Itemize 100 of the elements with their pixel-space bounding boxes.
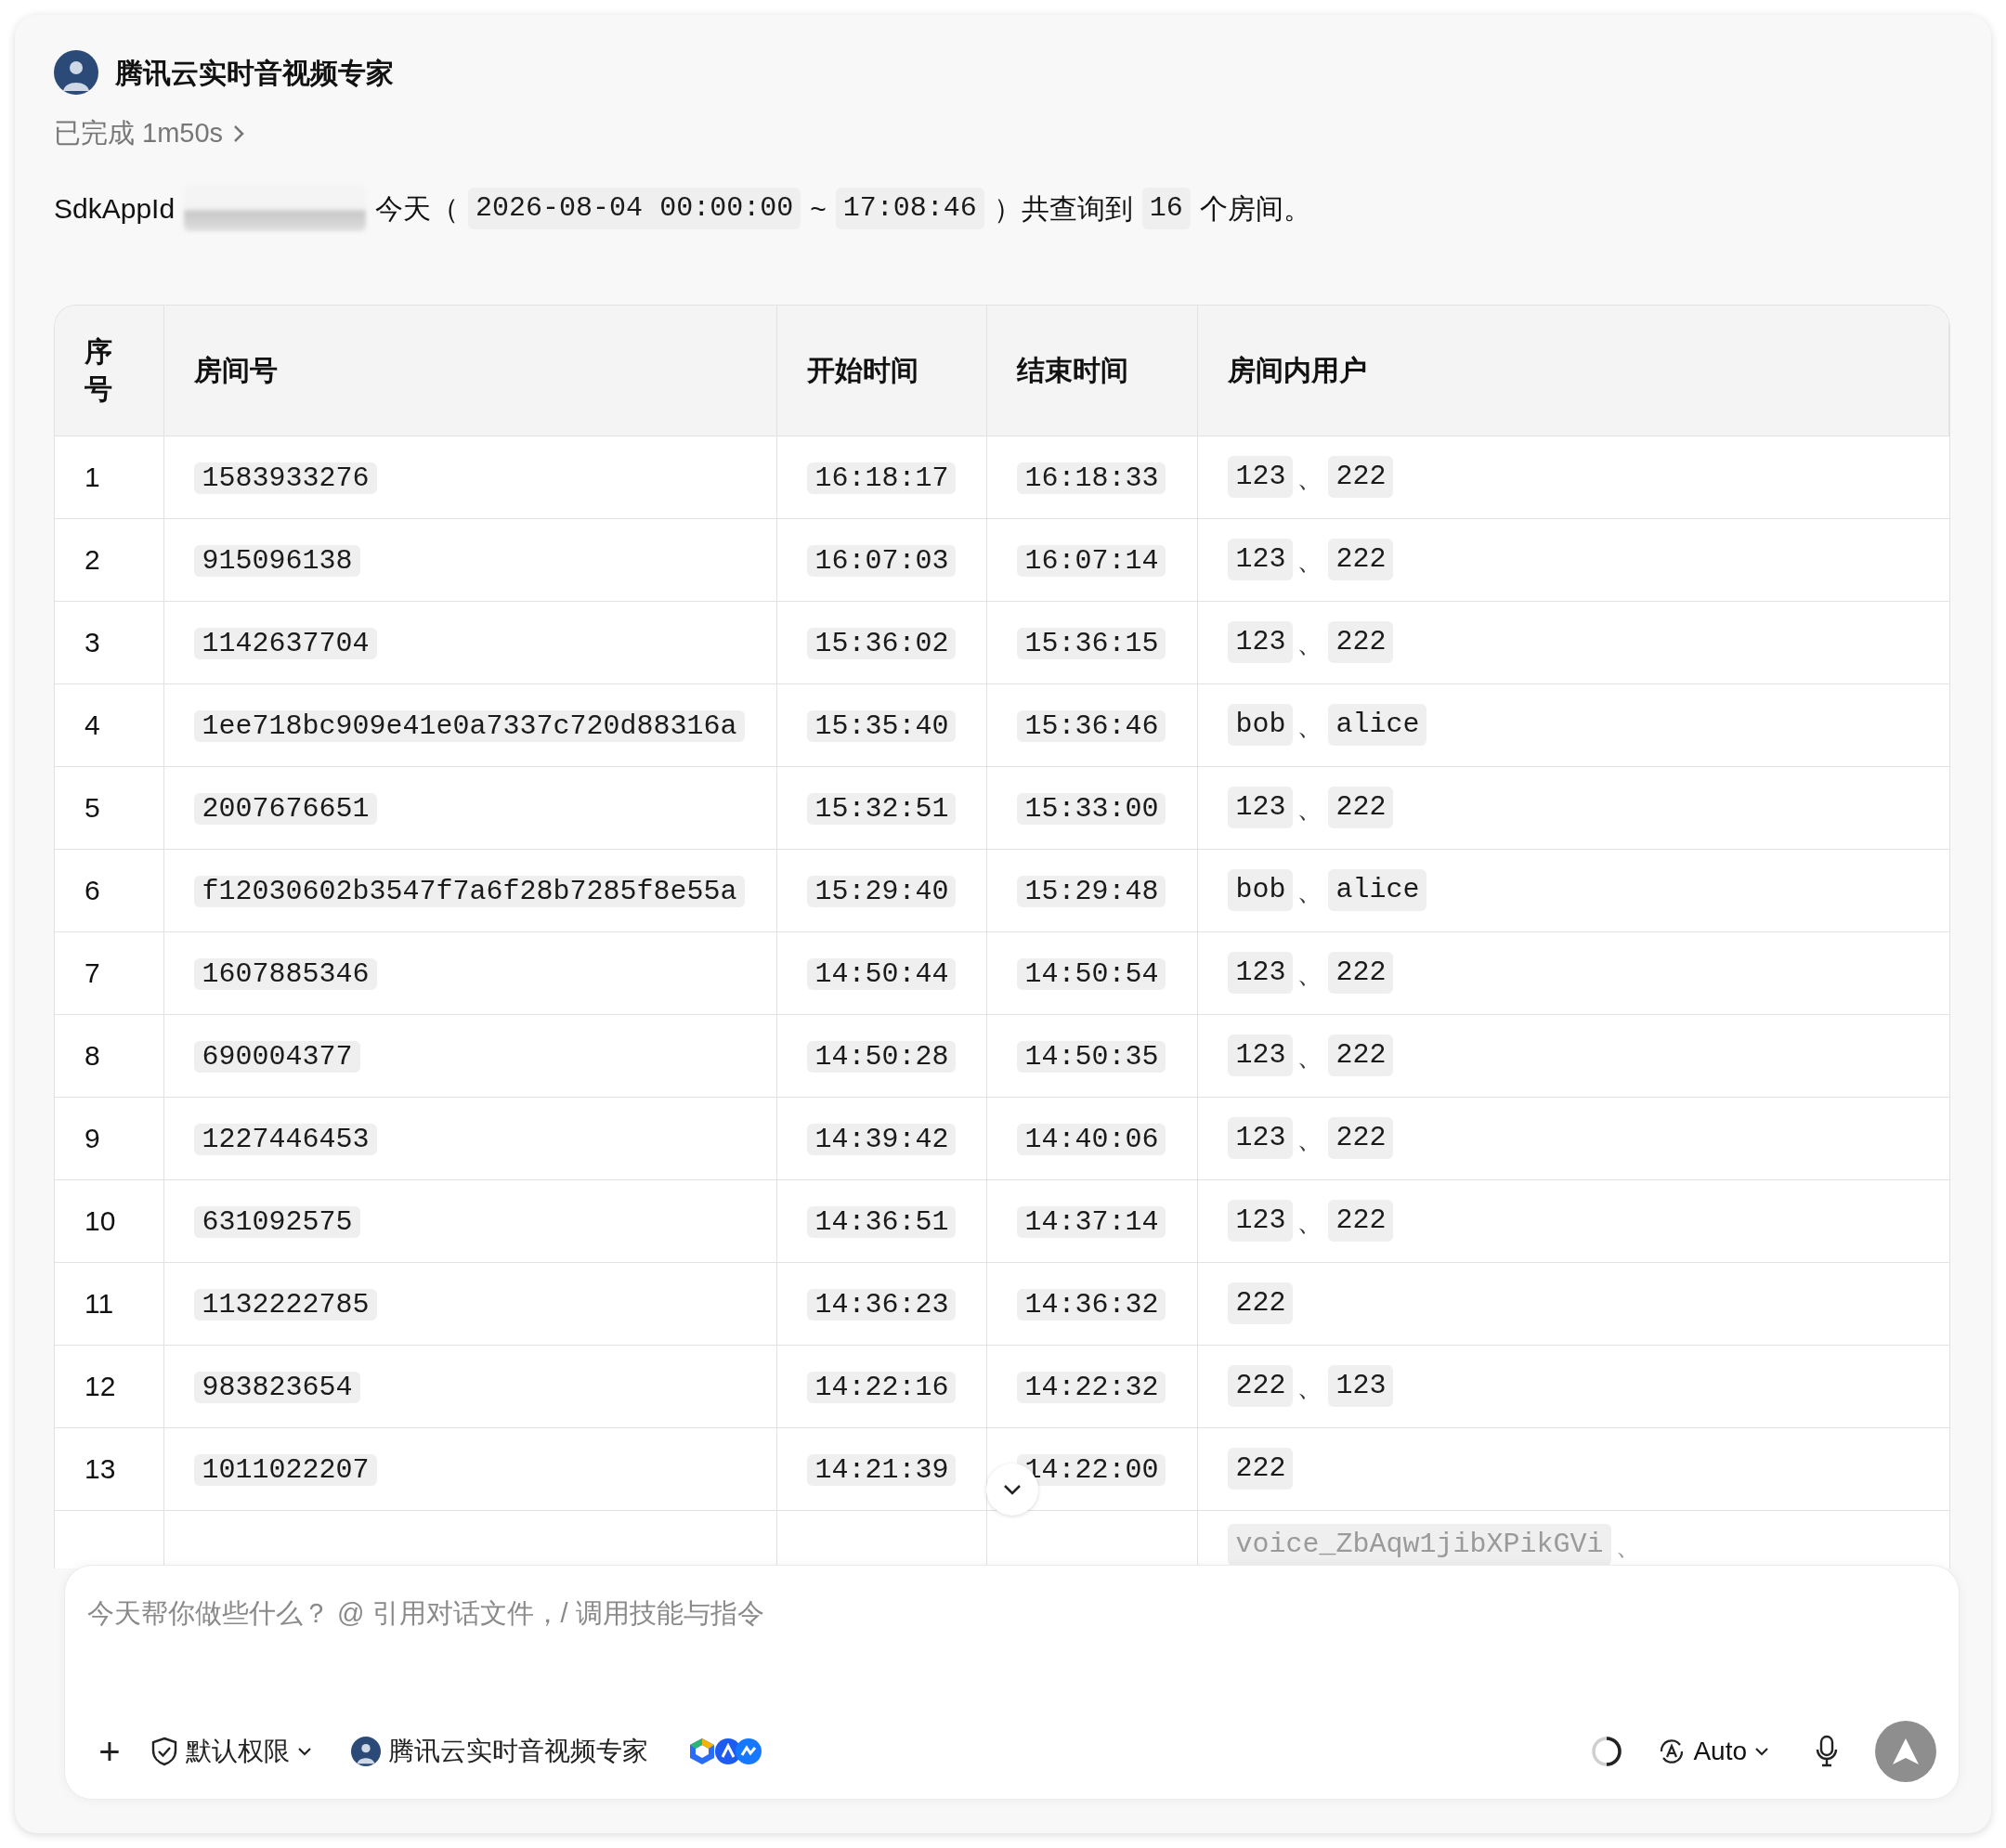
user-code: alice — [1328, 869, 1427, 911]
time-code: 14:22:16 — [807, 1371, 957, 1403]
user-code: voice_ZbAqw1jibXPikGVi — [1228, 1523, 1611, 1566]
separator-text: 、 — [1296, 461, 1325, 494]
room-code: 1132222785 — [194, 1288, 377, 1321]
time-code: 14:22:32 — [1017, 1371, 1166, 1403]
user-code: 222 — [1328, 621, 1394, 663]
time-code: 14:50:28 — [807, 1040, 957, 1073]
column-header: 序号 — [55, 306, 164, 436]
user-code: bob — [1228, 869, 1294, 911]
separator-text: 、 — [1296, 1039, 1325, 1073]
separator-text: 、 — [1296, 957, 1325, 990]
user-code: 222 — [1328, 787, 1394, 828]
room-code: 1607885346 — [194, 957, 377, 990]
summary-text: SdkAppId — [54, 191, 176, 226]
summary-text: 今天（ — [375, 191, 460, 226]
room-code: 1142637704 — [194, 627, 377, 659]
separator-text: 、 — [1296, 626, 1325, 659]
user-code: 123 — [1228, 539, 1294, 580]
column-header: 房间号 — [163, 306, 777, 436]
user-code: 222 — [1328, 1200, 1394, 1242]
table-cell: 11 — [55, 1262, 164, 1345]
user-code: 222 — [1228, 1448, 1294, 1490]
table-cell: 5 — [55, 766, 164, 849]
status-text[interactable]: 已完成 1m50s — [54, 113, 224, 154]
user-code: alice — [1328, 704, 1427, 746]
summary-text: ~ — [810, 191, 827, 226]
time-code: 16:07:14 — [1017, 544, 1166, 577]
table-cell: 6 — [55, 849, 164, 931]
time-code: 15:36:15 — [1017, 627, 1166, 659]
time-code: 14:39:42 — [807, 1123, 957, 1155]
time-code: 14:50:44 — [807, 957, 957, 990]
user-code: 123 — [1228, 456, 1294, 498]
room-code: 1ee718bc909e41e0a7337c720d88316a — [194, 709, 745, 742]
user-code: 123 — [1228, 1117, 1294, 1159]
separator-text: 、 — [1296, 874, 1325, 907]
time-code: 14:36:51 — [807, 1205, 957, 1238]
table-cell: 2 — [55, 518, 164, 601]
room-code: 1227446453 — [194, 1123, 377, 1155]
room-code: 690004377 — [194, 1040, 360, 1073]
separator-text: 、 — [1296, 709, 1325, 742]
table-cell: 9 — [55, 1097, 164, 1179]
chevron-down-icon — [297, 1747, 312, 1756]
separator-text: 、 — [1296, 791, 1325, 825]
summary-text: 个房间。 — [1199, 191, 1311, 226]
spinner-icon — [1591, 1736, 1623, 1767]
separator-text: 、 — [1296, 1370, 1325, 1403]
column-header: 开始时间 — [776, 306, 987, 436]
user-code: 222 — [1228, 1282, 1294, 1324]
summary-code: 17:08:46 — [835, 187, 984, 229]
add-button[interactable]: + — [87, 1729, 132, 1774]
user-code: 123 — [1228, 952, 1294, 994]
user-code: 222 — [1228, 1365, 1294, 1407]
room-code: 983823654 — [194, 1371, 360, 1403]
time-code: 14:36:23 — [807, 1288, 957, 1321]
separator-text: 、 — [1296, 1122, 1325, 1155]
table-cell: 10 — [55, 1179, 164, 1262]
model-dropdown[interactable]: Auto — [1658, 1732, 1769, 1771]
time-code: 14:50:54 — [1017, 957, 1166, 990]
time-code: 15:29:48 — [1017, 875, 1166, 907]
time-code: 14:22:00 — [1017, 1453, 1166, 1486]
chevron-down-icon — [1754, 1747, 1769, 1756]
table-cell: 13 — [55, 1427, 164, 1510]
table-cell: 4 — [55, 683, 164, 766]
user-code: bob — [1228, 704, 1294, 746]
time-code: 15:36:46 — [1017, 709, 1166, 742]
message-input[interactable]: 今天帮你做些什么？ @ 引用对话文件，/ 调用技能与指令 — [87, 1594, 1936, 1634]
time-code: 14:50:35 — [1017, 1040, 1166, 1073]
user-code: 222 — [1328, 952, 1394, 994]
user-code: 123 — [1228, 621, 1294, 663]
table-cell: 7 — [55, 931, 164, 1014]
chevron-right-icon[interactable] — [232, 124, 246, 144]
permission-dropdown[interactable]: 默认权限 — [150, 1732, 312, 1771]
user-code: 222 — [1328, 1035, 1394, 1076]
user-code: 123 — [1228, 1200, 1294, 1242]
time-code: 16:07:03 — [807, 544, 957, 577]
summary-text: ）共查询到 — [993, 191, 1133, 226]
user-code: 222 — [1328, 539, 1394, 580]
logo-icon[interactable] — [687, 1737, 763, 1766]
avatar-icon — [54, 50, 98, 95]
agent-name: 腾讯云实时音视频专家 — [115, 56, 394, 90]
shield-check-icon — [150, 1737, 178, 1766]
time-code: 15:36:02 — [807, 627, 957, 659]
user-code: 123 — [1328, 1365, 1394, 1407]
room-code: 2007676651 — [194, 792, 377, 825]
separator-text: 、 — [1296, 543, 1325, 577]
table-cell: 8 — [55, 1014, 164, 1097]
column-header: 结束时间 — [986, 306, 1198, 436]
agent-chip[interactable]: 腾讯云实时音视频专家 — [351, 1732, 648, 1771]
time-code: 15:29:40 — [807, 875, 957, 907]
room-code: 915096138 — [194, 544, 360, 577]
room-code: 631092575 — [194, 1205, 360, 1238]
microphone-icon — [1815, 1735, 1839, 1768]
chevron-down-icon — [1002, 1483, 1023, 1496]
time-code: 14:21:39 — [807, 1453, 957, 1486]
room-code: f12030602b3547f7a6f28b7285f8e55a — [194, 875, 745, 907]
column-header: 房间内用户 — [1197, 306, 1949, 436]
separator-text: 、 — [1296, 1204, 1325, 1238]
time-code: 14:36:32 — [1017, 1288, 1166, 1321]
table-cell: 12 — [55, 1345, 164, 1427]
